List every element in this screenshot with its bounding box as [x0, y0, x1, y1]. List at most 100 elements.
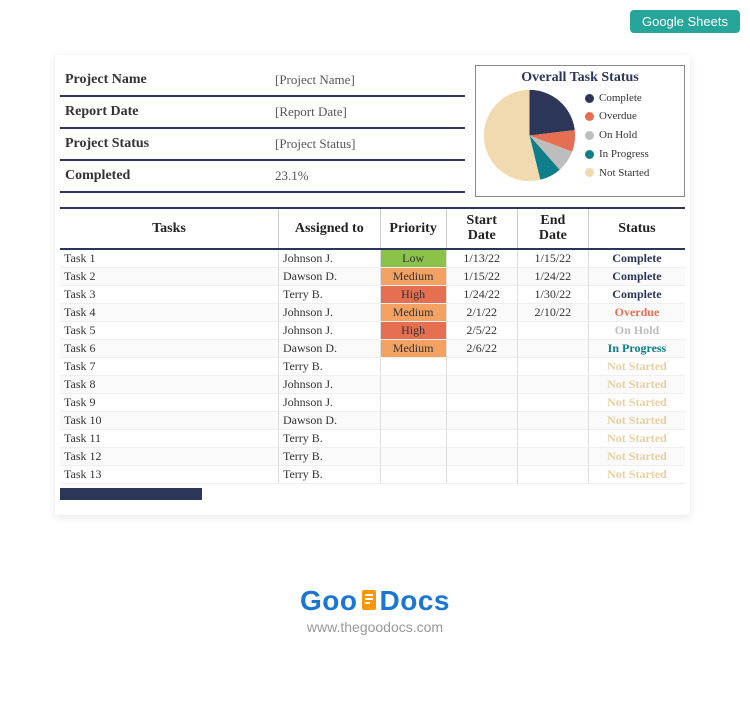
priority-cell	[380, 411, 446, 429]
status-cell: Complete	[588, 267, 685, 285]
status-cell: Not Started	[588, 411, 685, 429]
col-tasks: Tasks	[60, 208, 278, 249]
end-date-cell: 1/24/22	[517, 267, 588, 285]
priority-cell: High	[380, 321, 446, 339]
start-date-cell	[446, 411, 517, 429]
end-date-cell	[517, 411, 588, 429]
task-name-cell: Task 3	[60, 285, 278, 303]
end-date-cell	[517, 465, 588, 483]
task-name-cell: Task 9	[60, 393, 278, 411]
spreadsheet-container: Project Name[Project Name]Report Date[Re…	[55, 55, 690, 515]
task-name-cell: Task 10	[60, 411, 278, 429]
legend-swatch	[585, 94, 594, 103]
assigned-cell: Johnson J.	[278, 249, 380, 268]
chart-legend: CompleteOverdueOn HoldIn ProgressNot Sta…	[585, 89, 649, 182]
goodocs-url: www.thegoodocs.com	[0, 619, 750, 635]
meta-label: Project Name	[60, 72, 275, 88]
legend-swatch	[585, 168, 594, 177]
priority-cell	[380, 393, 446, 411]
status-cell: Not Started	[588, 429, 685, 447]
overall-status-chart: Overall Task Status CompleteOverdueOn Ho…	[475, 65, 685, 197]
footer-accent-bar	[60, 488, 202, 500]
logo-part-goo: Goo	[300, 585, 358, 616]
meta-value: [Project Status]	[275, 136, 465, 152]
status-cell: Overdue	[588, 303, 685, 321]
task-name-cell: Task 5	[60, 321, 278, 339]
table-row: Task 11Terry B. Not Started	[60, 429, 685, 447]
meta-label: Completed	[60, 168, 275, 184]
assigned-cell: Terry B.	[278, 465, 380, 483]
start-date-cell	[446, 357, 517, 375]
priority-cell	[380, 447, 446, 465]
status-cell: Complete	[588, 249, 685, 268]
meta-row: Project Status[Project Status]	[60, 129, 465, 161]
table-row: Task 9Johnson J. Not Started	[60, 393, 685, 411]
document-icon	[358, 588, 380, 614]
start-date-cell	[446, 393, 517, 411]
legend-item: Complete	[585, 89, 649, 108]
task-name-cell: Task 4	[60, 303, 278, 321]
start-date-cell: 1/15/22	[446, 267, 517, 285]
col-start: StartDate	[446, 208, 517, 249]
end-date-cell	[517, 447, 588, 465]
legend-swatch	[585, 112, 594, 121]
col-assigned: Assigned to	[278, 208, 380, 249]
end-date-cell	[517, 357, 588, 375]
col-end: EndDate	[517, 208, 588, 249]
meta-label: Project Status	[60, 136, 275, 152]
status-cell: Not Started	[588, 375, 685, 393]
meta-row: Project Name[Project Name]	[60, 65, 465, 97]
legend-label: Overdue	[599, 107, 637, 126]
legend-item: In Progress	[585, 145, 649, 164]
start-date-cell	[446, 375, 517, 393]
priority-cell: High	[380, 285, 446, 303]
assigned-cell: Johnson J.	[278, 393, 380, 411]
table-row: Task 8Johnson J.Not Started	[60, 375, 685, 393]
task-name-cell: Task 11	[60, 429, 278, 447]
assigned-cell: Terry B.	[278, 429, 380, 447]
assigned-cell: Dawson D.	[278, 339, 380, 357]
meta-value: 23.1%	[275, 168, 465, 184]
google-sheets-badge: Google Sheets	[630, 10, 740, 33]
end-date-cell: 1/30/22	[517, 285, 588, 303]
task-name-cell: Task 6	[60, 339, 278, 357]
status-cell: Not Started	[588, 465, 685, 483]
legend-label: Not Started	[599, 164, 649, 183]
meta-value: [Project Name]	[275, 72, 465, 88]
start-date-cell	[446, 429, 517, 447]
meta-row: Report Date[Report Date]	[60, 97, 465, 129]
priority-cell	[380, 375, 446, 393]
start-date-cell: 2/1/22	[446, 303, 517, 321]
start-date-cell	[446, 465, 517, 483]
priority-cell	[380, 429, 446, 447]
status-cell: Not Started	[588, 447, 685, 465]
priority-cell	[380, 465, 446, 483]
end-date-cell: 2/10/22	[517, 303, 588, 321]
priority-cell: Low	[380, 249, 446, 268]
table-row: Task 1Johnson J.Low1/13/221/15/22Complet…	[60, 249, 685, 268]
status-cell: Not Started	[588, 357, 685, 375]
project-meta-table: Project Name[Project Name]Report Date[Re…	[60, 65, 465, 197]
table-row: Task 13Terry B.Not Started	[60, 465, 685, 483]
logo-part-docs: Docs	[380, 585, 450, 616]
legend-item: Not Started	[585, 164, 649, 183]
priority-cell: Medium	[380, 339, 446, 357]
end-date-cell	[517, 321, 588, 339]
priority-cell: Medium	[380, 267, 446, 285]
tasks-table: Tasks Assigned to Priority StartDate End…	[60, 207, 685, 484]
pie-chart-icon	[482, 88, 577, 183]
table-row: Task 4Johnson J.Medium2/1/222/10/22Overd…	[60, 303, 685, 321]
start-date-cell: 1/24/22	[446, 285, 517, 303]
legend-label: On Hold	[599, 126, 637, 145]
priority-cell	[380, 357, 446, 375]
legend-item: Overdue	[585, 107, 649, 126]
task-name-cell: Task 8	[60, 375, 278, 393]
table-row: Task 3Terry B.High1/24/221/30/22Complete	[60, 285, 685, 303]
assigned-cell: Dawson D.	[278, 411, 380, 429]
status-cell: Not Started	[588, 393, 685, 411]
table-row: Task 5Johnson J.High2/5/22On Hold	[60, 321, 685, 339]
end-date-cell	[517, 393, 588, 411]
assigned-cell: Terry B.	[278, 447, 380, 465]
table-row: Task 2Dawson D.Medium1/15/221/24/22Compl…	[60, 267, 685, 285]
assigned-cell: Dawson D.	[278, 267, 380, 285]
